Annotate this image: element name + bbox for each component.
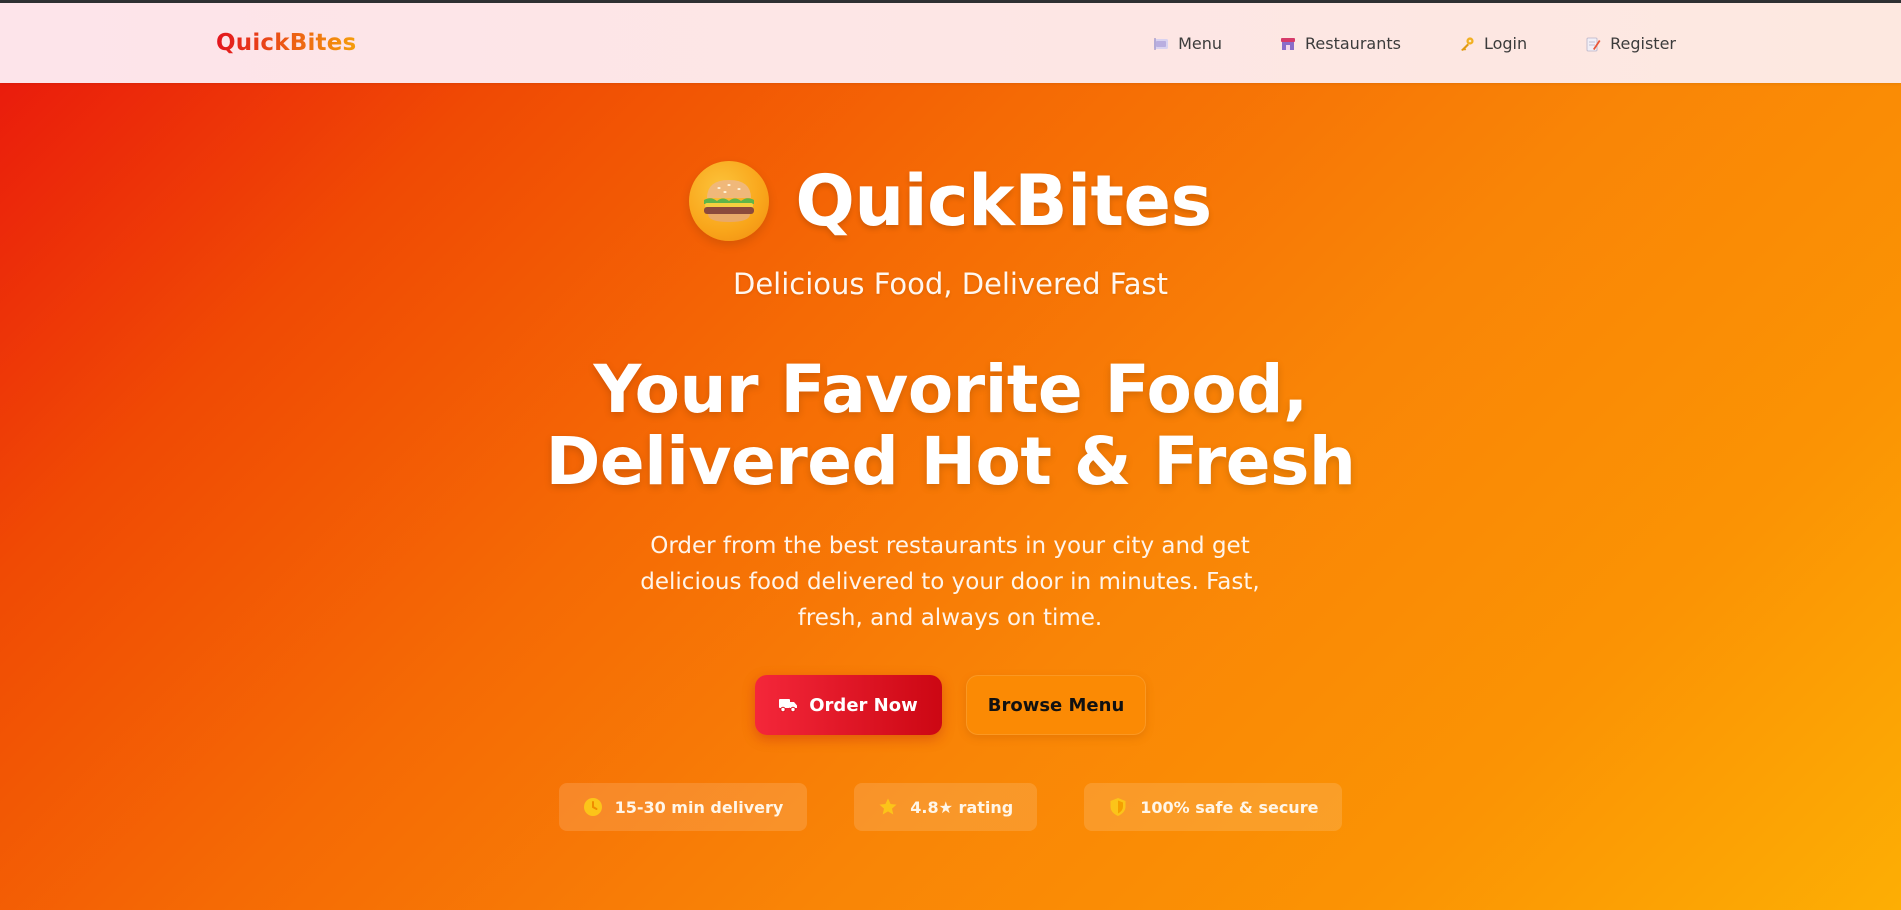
hero-headline-line-1: Your Favorite Food, [593, 351, 1308, 428]
burger-icon [704, 180, 755, 222]
restaurant-icon [1280, 36, 1296, 52]
badge-safety: 100% safe & secure [1084, 783, 1343, 831]
browse-menu-button[interactable]: Browse Menu [966, 675, 1146, 735]
nav-link-menu[interactable]: Menu [1153, 34, 1222, 53]
order-now-label: Order Now [809, 694, 918, 716]
badge-label: 4.8★ rating [910, 797, 1014, 817]
hero-tagline: Delicious Food, Delivered Fast [732, 267, 1169, 301]
order-now-button[interactable]: Order Now [755, 675, 942, 735]
nav-link-label: Register [1610, 34, 1676, 53]
hero-logo-row: QuickBites [0, 160, 1901, 242]
nav-link-login[interactable]: Login [1459, 34, 1527, 53]
badge-label: 100% safe & secure [1140, 797, 1319, 817]
brand-logo-link[interactable]: QuickBites [216, 30, 356, 56]
hero-headline: Your Favorite Food, Delivered Hot & Fres… [0, 354, 1901, 498]
hero-cta-row: Order Now Browse Menu [0, 675, 1901, 735]
menu-plate-icon [1153, 36, 1169, 52]
nav-links: Menu Restaurants Login Register [1153, 34, 1676, 53]
truck-icon [779, 698, 798, 712]
key-icon [1459, 36, 1475, 52]
nav-link-label: Restaurants [1305, 34, 1401, 53]
clock-icon [583, 797, 603, 817]
badge-rating: 4.8★ rating [854, 783, 1038, 831]
browse-menu-label: Browse Menu [987, 694, 1125, 716]
hero-title: QuickBites [795, 160, 1212, 242]
nav-link-restaurants[interactable]: Restaurants [1280, 34, 1401, 53]
hero-headline-line-2: Delivered Hot & Fresh [545, 423, 1356, 500]
hero-logo-badge [689, 161, 770, 241]
star-icon [878, 797, 898, 817]
nav-link-register[interactable]: Register [1585, 34, 1676, 53]
hero-description: Order from the best restaurants in your … [640, 533, 1260, 631]
shield-icon [1108, 797, 1128, 817]
feature-badges: 15-30 min delivery 4.8★ rating 100% safe… [0, 783, 1901, 831]
badge-label: 15-30 min delivery [614, 797, 784, 817]
nav-link-label: Login [1483, 34, 1528, 53]
navbar: QuickBites Menu Restaurants Login Regist… [0, 3, 1901, 83]
nav-link-label: Menu [1178, 34, 1223, 53]
memo-icon [1585, 36, 1601, 52]
badge-delivery-time: 15-30 min delivery [558, 783, 808, 831]
